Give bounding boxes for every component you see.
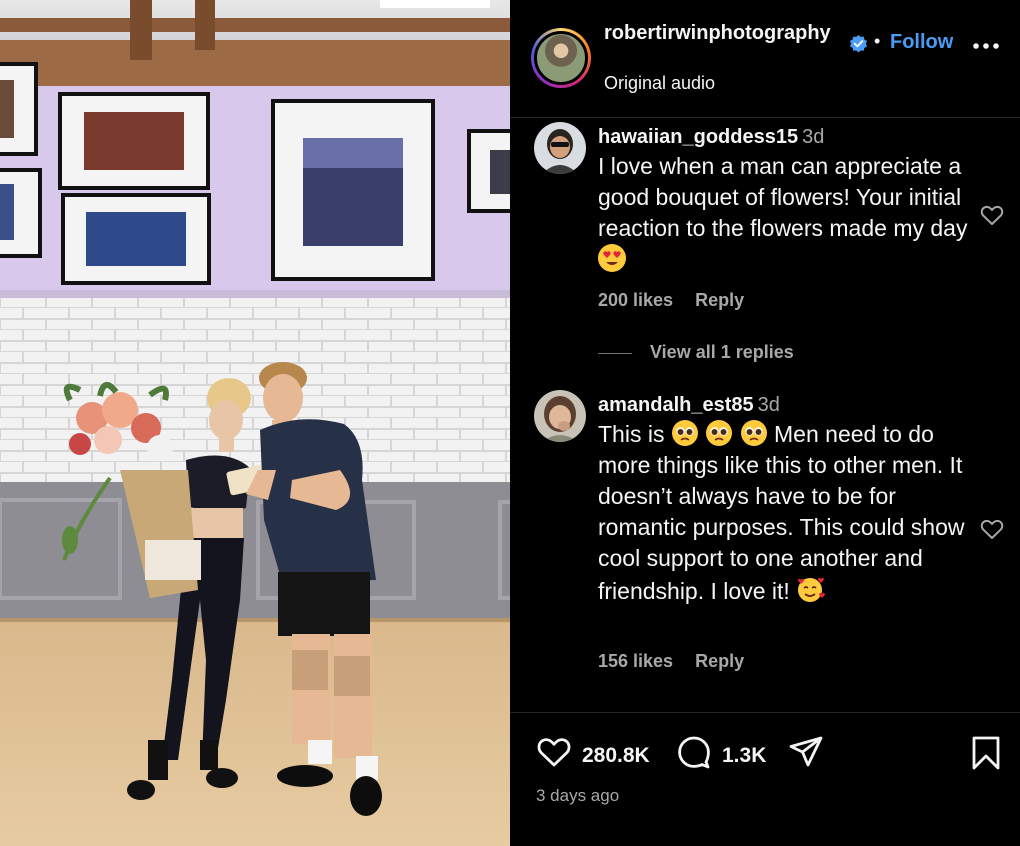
- comment-count[interactable]: 1.3K: [722, 744, 766, 768]
- comment-body-start: This is: [598, 421, 665, 447]
- view-replies-label: View all 1 replies: [650, 342, 794, 362]
- heart-icon[interactable]: [536, 735, 572, 769]
- share-icon[interactable]: [788, 735, 824, 769]
- comment-time: 3d: [757, 394, 780, 416]
- pleading-face-emoji: [671, 419, 699, 447]
- comment-header: hawaiian_goddess15 3d: [598, 124, 824, 150]
- follow-button[interactable]: Follow: [890, 31, 953, 54]
- comment-username[interactable]: amandalh_est85: [598, 394, 754, 416]
- comment-body: I love when a man can appreciate a good …: [598, 153, 968, 241]
- pleading-face-emoji: [740, 419, 768, 447]
- pleading-face-emoji: [705, 419, 733, 447]
- header-separator: •: [874, 31, 881, 51]
- smiling-face-with-hearts-emoji: [796, 574, 826, 602]
- comments-panel: robertirwinphotography • Follow Original…: [510, 0, 1020, 846]
- comment-text: I love when a man can appreciate a good …: [598, 151, 968, 275]
- commenter-avatar[interactable]: [534, 122, 586, 174]
- photo-illustration: [0, 0, 510, 846]
- comment-likes[interactable]: 156 likes: [598, 651, 673, 671]
- heart-eyes-emoji: [598, 244, 626, 272]
- commenter-avatar[interactable]: [534, 390, 586, 442]
- comment-text: This is Men need to do more things like …: [598, 419, 978, 607]
- reply-button[interactable]: Reply: [695, 651, 744, 671]
- comment-username[interactable]: hawaiian_goddess15: [598, 126, 798, 148]
- view-replies-button[interactable]: View all 1 replies: [598, 342, 794, 363]
- comment-header: amandalh_est85 3d: [598, 392, 780, 418]
- comment-meta: 200 likes Reply: [598, 290, 766, 311]
- post-photo[interactable]: [0, 0, 510, 846]
- like-count[interactable]: 280.8K: [582, 744, 650, 768]
- comment-like-icon[interactable]: [980, 204, 1004, 226]
- comment-meta: 156 likes Reply: [598, 651, 766, 672]
- audio-label[interactable]: Original audio: [604, 73, 715, 94]
- author-avatar[interactable]: [531, 28, 591, 88]
- bookmark-icon[interactable]: [970, 735, 1002, 771]
- comment-likes[interactable]: 200 likes: [598, 290, 673, 310]
- more-options-icon[interactable]: [972, 40, 1000, 52]
- post-timestamp[interactable]: 3 days ago: [536, 786, 619, 806]
- comment-body-end: Men need to do more things like this to …: [598, 421, 965, 604]
- comment-like-icon[interactable]: [980, 518, 1004, 540]
- comment-icon[interactable]: [676, 735, 712, 769]
- author-username[interactable]: robertirwinphotography: [604, 20, 844, 46]
- replies-divider: [598, 352, 632, 354]
- post-action-bar: 280.8K 1.3K 3 days ago: [510, 712, 1020, 846]
- post-header: robertirwinphotography • Follow Original…: [510, 0, 1020, 118]
- reply-button[interactable]: Reply: [695, 290, 744, 310]
- comment-time: 3d: [802, 126, 825, 148]
- verified-badge-icon: [849, 34, 868, 53]
